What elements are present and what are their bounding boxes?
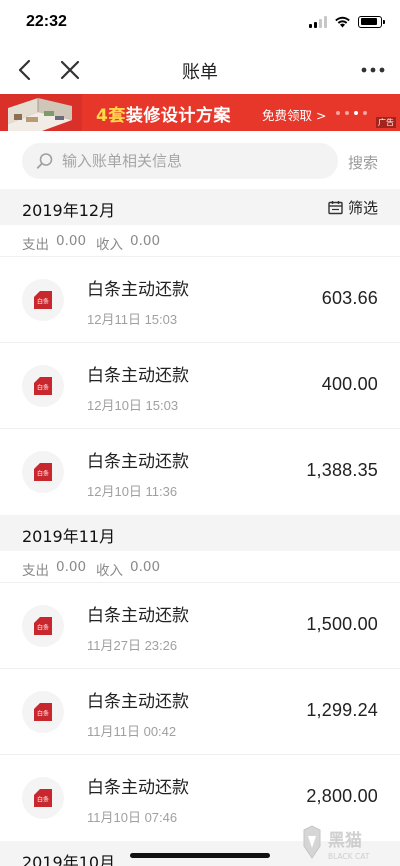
baitiao-logo: 白条 (22, 279, 64, 321)
baitiao-icon: 白条 (34, 463, 52, 481)
filter-button[interactable]: 筛选 (328, 197, 378, 218)
transaction-time: 12月11日 15:03 (87, 312, 178, 327)
month-header: 2019年12月 筛选 (0, 189, 400, 225)
svg-text:白条: 白条 (37, 624, 49, 632)
svg-text:白条: 白条 (37, 796, 49, 804)
signal-icon (309, 15, 327, 28)
transaction-time: 12月10日 11:36 (87, 484, 178, 499)
transaction-time: 11月10日 07:46 (87, 810, 178, 825)
transaction-amount: 2,800.00 (306, 786, 378, 806)
transaction-name: 白条主动还款 (87, 452, 189, 472)
baitiao-logo: 白条 (22, 605, 64, 647)
month-title: 2019年11月 (22, 527, 116, 546)
page-title: 账单 (182, 62, 218, 83)
baitiao-logo: 白条 (22, 691, 64, 733)
more-icon[interactable] (360, 58, 386, 82)
battery-icon (358, 15, 385, 28)
transaction-amount: 1,500.00 (306, 614, 378, 634)
ad-tag: 广告 (376, 117, 396, 128)
month-header: 2019年11月 (0, 515, 400, 551)
search-icon (36, 153, 53, 169)
svg-text:白条: 白条 (37, 384, 49, 392)
ad-title: 装修设计方案 (125, 106, 231, 126)
black-cat-watermark: 黑猫 BLACK CAT (303, 825, 370, 861)
month-title: 2019年10月 (22, 853, 116, 866)
month-summary: 支出 0.00 收入 0.00 (0, 225, 400, 257)
transaction-row[interactable]: 白条 白条主动还款 11月27日 23:26 1,500.00 (0, 583, 400, 669)
baitiao-logo: 白条 (22, 451, 64, 493)
baitiao-logo: 白条 (22, 777, 64, 819)
transaction-time: 12月10日 15:03 (87, 398, 179, 413)
search-row: 搜索 (0, 131, 400, 189)
filter-label: 筛选 (347, 199, 378, 217)
transaction-name: 白条主动还款 (87, 778, 189, 798)
income-label: 收入 (96, 563, 123, 579)
baitiao-icon: 白条 (34, 789, 52, 807)
income-label: 收入 (96, 237, 123, 253)
baitiao-logo: 白条 (22, 365, 64, 407)
transaction-time: 11月27日 23:26 (87, 638, 178, 653)
transaction-amount: 400.00 (321, 374, 378, 394)
month-title: 2019年12月 (22, 201, 116, 220)
transaction-name: 白条主动还款 (87, 366, 189, 386)
status-bar: 22:32 (0, 0, 400, 46)
wifi-icon (335, 16, 350, 28)
transaction-row[interactable]: 白条 白条主动还款 11月11日 00:42 1,299.24 (0, 669, 400, 755)
calendar-icon (328, 201, 343, 215)
transaction-row[interactable]: 白条 白条主动还款 12月10日 11:36 1,388.35 (0, 429, 400, 515)
ad-headline: 4套装修设计方案 (96, 101, 231, 126)
transaction-time: 11月11日 00:42 (87, 724, 177, 739)
search-box[interactable] (22, 143, 338, 179)
expense-label: 支出 (22, 237, 49, 253)
expense-value: 0.00 (56, 233, 87, 249)
ad-banner[interactable]: 4套装修设计方案 免费领取 > 广告 (0, 94, 400, 131)
status-icons (309, 15, 385, 28)
transaction-name: 白条主动还款 (87, 280, 189, 300)
baitiao-icon: 白条 (34, 377, 52, 395)
transaction-name: 白条主动还款 (87, 606, 189, 626)
expense-label: 支出 (22, 563, 49, 579)
svg-text:白条: 白条 (37, 298, 49, 306)
transaction-row[interactable]: 白条 白条主动还款 12月11日 15:03 603.66 (0, 257, 400, 343)
expense-value: 0.00 (56, 559, 87, 575)
svg-text:黑猫: 黑猫 (328, 830, 362, 851)
transaction-amount: 1,299.24 (306, 700, 378, 720)
svg-text:BLACK CAT: BLACK CAT (328, 852, 370, 861)
carousel-dots (336, 111, 367, 115)
baitiao-icon: 白条 (34, 703, 52, 721)
transaction-amount: 1,388.35 (306, 460, 378, 480)
baitiao-icon: 白条 (34, 617, 52, 635)
ad-highlight: 4套 (96, 106, 126, 126)
transaction-row[interactable]: 白条 白条主动还款 12月10日 15:03 400.00 (0, 343, 400, 429)
income-value: 0.00 (130, 559, 161, 575)
search-input[interactable] (62, 143, 322, 179)
svg-text:白条: 白条 (37, 710, 49, 718)
baitiao-icon: 白条 (34, 291, 52, 309)
svg-text:白条: 白条 (37, 470, 49, 478)
search-button[interactable]: 搜索 (348, 152, 378, 173)
room-image-icon (0, 94, 82, 131)
transaction-amount: 603.66 (321, 288, 378, 308)
status-time: 22:32 (26, 13, 67, 30)
nav-bar: 账单 (0, 46, 400, 94)
month-summary: 支出 0.00 收入 0.00 (0, 551, 400, 583)
home-indicator (130, 853, 270, 858)
transaction-name: 白条主动还款 (87, 692, 189, 712)
ad-cta-link[interactable]: 免费领取 > (262, 105, 326, 124)
income-value: 0.00 (130, 233, 161, 249)
